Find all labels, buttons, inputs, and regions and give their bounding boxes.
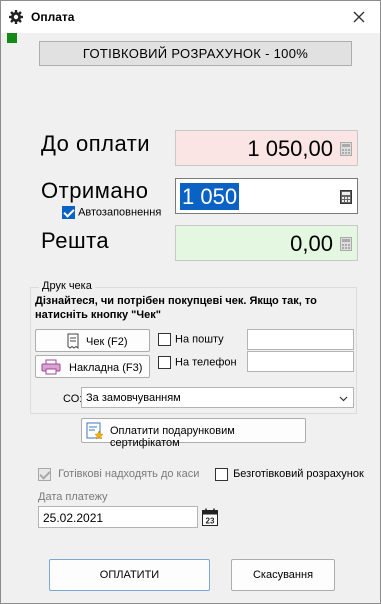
phone-option[interactable]: На телефон <box>158 356 237 369</box>
gift-certificate-button[interactable]: Оплатити подарунковим сертифікатом <box>81 418 306 449</box>
cancel-button-label: Скасування <box>252 569 314 581</box>
gift-certificate-label: Оплатити подарунковим сертифікатом <box>110 425 235 449</box>
calendar-day: 23 <box>206 517 215 526</box>
receipt-button-label: Чек (F2) <box>86 336 128 348</box>
print-hint: Дізнайтеся, чи потрібен покупцеві чек. Я… <box>35 295 317 321</box>
received-input[interactable]: 1 050 <box>175 178 358 214</box>
noncash-label: Безготівковий розрахунок <box>233 468 364 481</box>
noncash-checkbox[interactable] <box>215 468 228 481</box>
calendar-icon[interactable]: 23 <box>202 508 218 526</box>
calculator-icon <box>340 142 352 156</box>
phone-field[interactable] <box>247 351 354 372</box>
payment-date-value: 25.02.2021 <box>43 511 104 525</box>
co-select-value: За замовчуванням <box>86 392 181 404</box>
co-label: СО: <box>63 393 83 405</box>
email-checkbox[interactable] <box>158 333 171 346</box>
calculator-icon <box>340 237 352 251</box>
email-field[interactable] <box>247 329 354 350</box>
gift-certificate-icon <box>86 422 104 440</box>
co-select[interactable]: За замовчуванням <box>81 387 354 408</box>
title-bar: Оплата <box>1 1 380 33</box>
noncash-option[interactable]: Безготівковий розрахунок <box>215 468 364 481</box>
receipt-icon <box>67 333 79 349</box>
gear-icon <box>9 10 23 24</box>
email-option[interactable]: На пошту <box>158 333 224 346</box>
window-title: Оплата <box>31 10 75 24</box>
status-indicator <box>7 33 17 43</box>
to-pay-label: До оплати <box>41 131 151 156</box>
phone-checkbox[interactable] <box>158 356 171 369</box>
to-pay-field: 1 050,00 <box>175 130 358 166</box>
chevron-down-icon <box>339 396 348 402</box>
pay-button[interactable]: ОПЛАТИТИ <box>49 559 210 591</box>
cash-to-register-option: Готівкові надходять до каси <box>38 468 199 481</box>
pay-button-label: ОПЛАТИТИ <box>99 569 160 581</box>
calculator-icon[interactable] <box>340 190 352 204</box>
invoice-button[interactable]: Накладна (F3) <box>35 355 150 378</box>
cash-to-register-checkbox <box>38 468 51 481</box>
print-group-title: Друк чека <box>39 280 95 292</box>
close-icon[interactable] <box>351 9 367 25</box>
payment-date-label: Дата платежу <box>38 491 108 503</box>
autofill-label: Автозаповнення <box>78 206 162 219</box>
change-field: 0,00 <box>175 225 358 261</box>
cash-to-register-label: Готівкові надходять до каси <box>58 468 200 481</box>
receipt-button[interactable]: Чек (F2) <box>35 329 150 352</box>
payment-date-input[interactable]: 25.02.2021 <box>38 506 198 528</box>
received-label: Отримано <box>41 178 149 203</box>
change-label: Решта <box>41 228 110 253</box>
payment-mode-button[interactable]: ГОТІВКОВИЙ РОЗРАХУНОК - 100% <box>39 41 352 66</box>
to-pay-value: 1 050,00 <box>247 136 333 161</box>
email-option-label: На пошту <box>175 333 224 346</box>
invoice-button-label: Накладна (F3) <box>69 362 143 374</box>
cancel-button[interactable]: Скасування <box>231 559 335 591</box>
autofill-check[interactable] <box>62 206 75 219</box>
received-value[interactable]: 1 050 <box>180 183 240 210</box>
payment-dialog: Оплата ГОТІВКОВИЙ РОЗРАХУНОК - 100% До о… <box>0 0 381 604</box>
autofill-checkbox[interactable]: Автозаповнення <box>62 206 161 219</box>
printer-icon <box>41 359 61 375</box>
phone-option-label: На телефон <box>175 356 237 369</box>
change-value: 0,00 <box>290 231 333 256</box>
